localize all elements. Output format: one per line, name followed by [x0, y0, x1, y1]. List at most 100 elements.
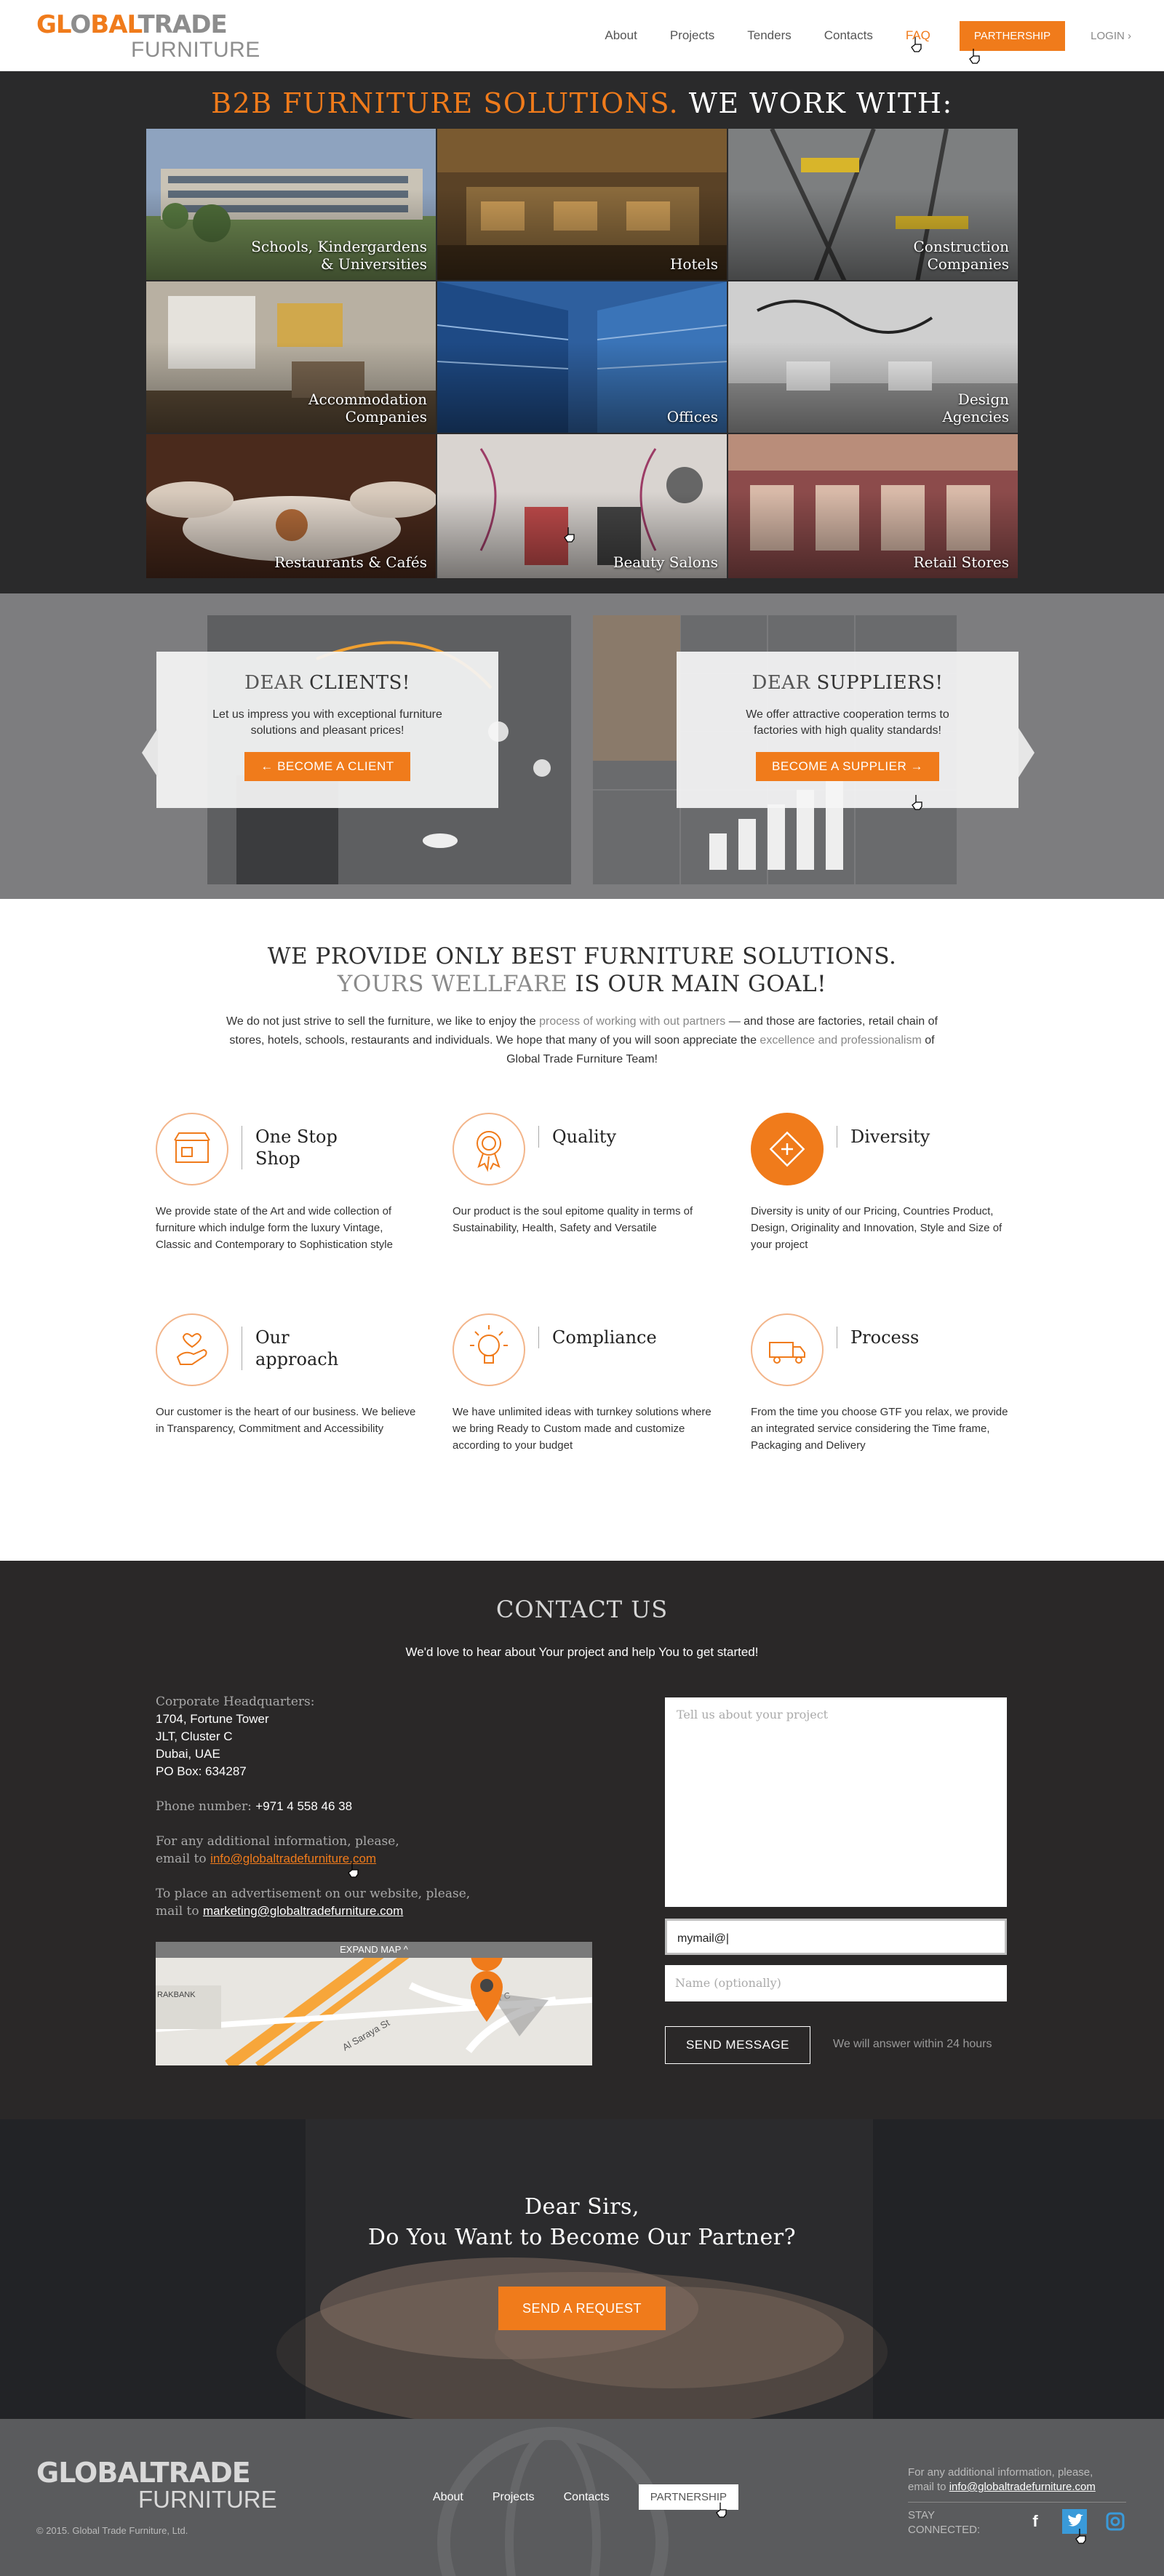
feature-desc: We have unlimited ideas with turnkey sol…	[453, 1406, 711, 1452]
tile-construction[interactable]: Construction Companies	[728, 128, 1018, 281]
feature-one-stop-shop: One Stop Shop We provide state of the Ar…	[156, 1113, 418, 1280]
nav-about[interactable]: About	[605, 28, 637, 43]
location-map[interactable]: RAKBANK Al Saraya St Cluster C EXPAND MA…	[156, 1942, 592, 2065]
hand-cursor-icon	[348, 1863, 359, 1878]
reply-note: We will answer within 24 hours	[833, 2038, 992, 2050]
logo[interactable]: GLOBALTRADE FURNITURE	[36, 10, 260, 62]
instagram-icon[interactable]	[1103, 2509, 1128, 2534]
phone-row: Phone number: +971 4 558 46 38	[156, 1799, 353, 1814]
feature-process: Process From the time you choose GTF you…	[751, 1313, 1013, 1481]
suppliers-card: DEAR SUPPLIERS! We offer attractive coop…	[677, 652, 1018, 808]
send-request-button[interactable]: SEND A REQUEST	[498, 2287, 666, 2330]
clients-card: DEAR CLIENTS! Let us impress you with ex…	[156, 652, 498, 808]
project-textarea[interactable]: Tell us about your project	[665, 1697, 1007, 1907]
nav-contacts[interactable]: Contacts	[824, 28, 873, 43]
contact-subtitle: We'd love to hear about Your project and…	[405, 1645, 759, 1659]
footer-nav: About Projects Contacts PARTNERSHIP	[433, 2484, 739, 2510]
solutions-title: WE PROVIDE ONLY BEST FURNITURE SOLUTIONS…	[267, 943, 897, 997]
hand-cursor-icon	[969, 49, 980, 64]
tile-label: Schools, Kindergardens & Universities	[251, 238, 427, 273]
clients-text: Let us impress you with exceptional furn…	[212, 708, 442, 737]
dear-section: DEAR CLIENTS! Let us impress you with ex…	[0, 593, 1164, 899]
logo-wordmark: GLOBALTRADE	[36, 10, 228, 39]
hand-cursor-icon	[912, 795, 922, 810]
shop-icon	[156, 1113, 228, 1185]
tile-retail[interactable]: Retail Stores	[728, 433, 1018, 579]
feature-compliance: Compliance We have unlimited ideas with …	[453, 1313, 714, 1481]
hand-heart-icon	[156, 1313, 228, 1386]
email-field[interactable]: mymail@|	[665, 1919, 1007, 1955]
address-line: 1704, Fortune Tower	[156, 1712, 269, 1726]
hand-cursor-icon	[1075, 2529, 1086, 2544]
footer-logo-subtitle: FURNITURE	[138, 2486, 277, 2513]
site-header: GLOBALTRADE FURNITURE About Projects Ten…	[0, 0, 1164, 71]
feature-title: One Stop Shop	[242, 1126, 343, 1169]
lightbulb-icon	[453, 1313, 525, 1386]
info-email-row: email to info@globaltradefurniture.com	[156, 1852, 377, 1866]
tile-label: Restaurants & Cafés	[274, 553, 427, 571]
contact-title: CONTACT US	[495, 1596, 669, 1623]
address-line: PO Box: 634287	[156, 1764, 247, 1778]
ad-email-row: mail to marketing@globaltradefurniture.c…	[156, 1904, 404, 1919]
footer-info: For any additional information, please, …	[908, 2466, 1096, 2493]
tile-schools[interactable]: Schools, Kindergardens & Universities	[146, 128, 436, 281]
tile-design[interactable]: Design Agencies	[728, 281, 1018, 433]
tile-offices[interactable]: Offices	[436, 281, 728, 433]
industry-grid: Schools, Kindergardens & Universities Hot…	[146, 128, 1018, 579]
chevron-right-icon[interactable]	[1018, 728, 1035, 777]
phone-number[interactable]: +971 4 558 46 38	[255, 1799, 352, 1813]
main-nav: About Projects Tenders Contacts FAQ PART…	[572, 20, 1131, 51]
footer-email-link[interactable]: info@globaltradefurniture.com	[949, 2481, 1096, 2493]
solutions-section: WE PROVIDE ONLY BEST FURNITURE SOLUTIONS…	[0, 899, 1164, 1561]
feature-desc: From the time you choose GTF you relax, …	[751, 1406, 1008, 1452]
feature-desc: We provide state of the Art and wide col…	[156, 1205, 393, 1251]
tile-restaurants[interactable]: Restaurants & Cafés	[146, 433, 436, 579]
tile-label: Offices	[666, 408, 718, 425]
contact-info: Corporate Headquarters: 1704, Fortune To…	[156, 1693, 476, 1920]
footer-nav-contacts[interactable]: Contacts	[564, 2491, 610, 2504]
nav-tenders[interactable]: Tenders	[747, 28, 791, 43]
feature-title: Compliance	[538, 1327, 657, 1348]
tile-label: Construction Companies	[913, 238, 1009, 273]
map-label: RAKBANK	[157, 1991, 196, 1999]
footer-logo[interactable]: GLOBALTRADE FURNITURE	[36, 2457, 277, 2515]
hero-section: B2B FURNITURE SOLUTIONS. WE WORK WITH: S…	[0, 71, 1164, 593]
footer-nav-about[interactable]: About	[433, 2491, 463, 2504]
partner-title: Dear Sirs, Do You Want to Become Our Part…	[367, 2194, 797, 2250]
marketing-email-link[interactable]: marketing@globaltradefurniture.com	[203, 1904, 403, 1918]
facebook-icon[interactable]: f	[1023, 2509, 1048, 2534]
feature-diversity: Diversity Diversity is unity of our Pric…	[751, 1113, 1013, 1280]
partner-hands-photo	[0, 2119, 1164, 2419]
feature-title: Quality	[538, 1126, 616, 1148]
expand-map-button[interactable]: EXPAND MAP ^	[156, 1942, 592, 1958]
partnership-button[interactable]: PARTHERSHIP	[959, 20, 1066, 51]
tile-hotels[interactable]: Hotels	[436, 128, 728, 281]
hero-title: B2B FURNITURE SOLUTIONS. WE WORK WITH:	[211, 87, 953, 119]
tile-label: Hotels	[669, 255, 718, 273]
truck-icon	[751, 1313, 824, 1386]
feature-desc: Our customer is the heart of our busines…	[156, 1406, 416, 1435]
suppliers-title: DEAR SUPPLIERS!	[752, 672, 944, 694]
tile-accommodation[interactable]: Accommodation Companies	[146, 281, 436, 433]
tile-beauty[interactable]: Beauty Salons	[436, 433, 728, 579]
nav-projects[interactable]: Projects	[670, 28, 714, 43]
chevron-left-icon[interactable]	[142, 728, 158, 777]
name-field[interactable]: Name (optionally)	[665, 1965, 1007, 2001]
login-link[interactable]: LOGIN ›	[1091, 30, 1131, 42]
contact-section: CONTACT US We'd love to hear about Your …	[0, 1561, 1164, 2119]
suppliers-text: We offer attractive cooperation terms to…	[746, 708, 949, 737]
become-client-button[interactable]: ← BECOME A CLIENT	[244, 752, 410, 781]
feature-quality: Quality Our product is the soul epitome …	[453, 1113, 714, 1280]
address-line: Dubai, UAE	[156, 1747, 220, 1761]
become-supplier-button[interactable]: BECOME A SUPPLIER →	[756, 752, 939, 781]
hand-cursor-icon	[564, 527, 575, 543]
stay-connected: STAY CONNECTED:	[908, 2502, 1126, 2538]
partner-section: Dear Sirs, Do You Want to Become Our Part…	[0, 2119, 1164, 2419]
clients-title: DEAR CLIENTS!	[244, 672, 410, 694]
logo-subtitle: FURNITURE	[131, 38, 260, 62]
map-graphic: RAKBANK Al Saraya St Cluster C	[156, 1942, 592, 2065]
copyright: © 2015. Global Trade Furniture, Ltd.	[36, 2525, 188, 2536]
footer-logo-wordmark: GLOBALTRADE	[36, 2457, 251, 2489]
send-message-button[interactable]: SEND MESSAGE	[665, 2026, 810, 2064]
footer-nav-projects[interactable]: Projects	[493, 2491, 535, 2504]
